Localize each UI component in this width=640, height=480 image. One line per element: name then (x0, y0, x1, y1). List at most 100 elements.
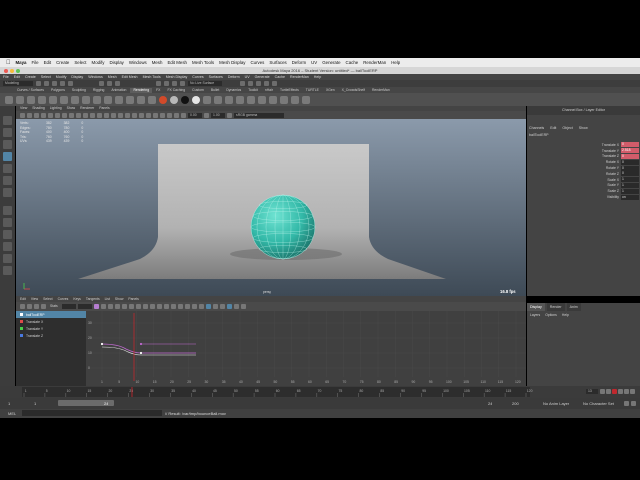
mac-menu-uv[interactable]: UV (311, 60, 317, 65)
shader-ball-icon[interactable] (159, 95, 167, 104)
layer-menu-options[interactable]: Options (545, 313, 557, 317)
mac-menu-edit-mesh[interactable]: Edit Mesh (167, 60, 187, 65)
undo-icon[interactable] (60, 81, 65, 86)
gate-mask-icon[interactable] (69, 112, 74, 118)
shelf-tab-custom[interactable]: Custom (189, 88, 207, 93)
use-lights-icon[interactable] (125, 112, 130, 118)
character-set-dropdown[interactable]: No Character Set (583, 401, 614, 406)
menu-set-dropdown[interactable]: Modeling (3, 81, 33, 86)
move-key-icon[interactable] (20, 304, 25, 309)
curve-filter-icon[interactable] (233, 304, 239, 309)
shelf-tool-icon[interactable] (38, 95, 46, 104)
isolate-select-icon[interactable] (160, 112, 165, 118)
time-slider[interactable]: 1 5 10 15 20 25 30 35 40 45 50 55 60 65 70 75 80 85 90 95 10… (0, 386, 640, 398)
shelf-tool-icon[interactable] (148, 95, 156, 104)
keyframe[interactable] (100, 342, 104, 346)
shelf-tool-icon[interactable] (126, 95, 134, 104)
mac-menu-mesh[interactable]: Mesh (152, 60, 163, 65)
playback-end-field[interactable]: 24 (488, 401, 492, 406)
shelf-tab-rigging[interactable]: Rigging (90, 88, 108, 93)
render-settings-icon[interactable] (264, 81, 269, 86)
channel-box-menu-edit[interactable]: Edit (550, 126, 556, 130)
animation-curve[interactable] (101, 343, 196, 354)
step-tangent-icon[interactable] (149, 304, 155, 309)
shelf-tool-icon[interactable] (82, 95, 90, 104)
shader-ball-icon[interactable] (170, 95, 178, 104)
mac-menu-surfaces[interactable]: Surfaces (269, 60, 286, 65)
shelf-tool-icon[interactable] (115, 95, 123, 104)
mac-menu-deform[interactable]: Deform (292, 60, 306, 65)
apple-icon[interactable]:  (6, 60, 11, 66)
menu-mesh[interactable]: Mesh (108, 75, 117, 79)
select-object-icon[interactable] (107, 81, 112, 86)
shadows-icon[interactable] (132, 112, 137, 118)
paint-select-icon[interactable] (3, 140, 12, 149)
selected-object-name[interactable]: ballToolERP (529, 133, 549, 137)
gamma-icon[interactable] (204, 112, 209, 118)
frame-selection-icon[interactable] (107, 304, 113, 309)
playback-start-field[interactable]: 1 (34, 401, 36, 406)
graph-layout-icon[interactable] (3, 254, 12, 263)
select-tool-icon[interactable] (3, 116, 12, 125)
stats-field[interactable] (77, 304, 92, 309)
menu-cache[interactable]: Cache (275, 75, 285, 79)
shader-ball-icon[interactable] (181, 95, 189, 104)
layer-menu-help[interactable]: Help (562, 313, 569, 317)
menu-generate[interactable]: Generate (255, 75, 270, 79)
mac-menu-renderman[interactable]: RenderMan (363, 60, 386, 65)
shelf-tool-icon[interactable] (137, 95, 145, 104)
graph-view[interactable]: 30 20 10 0 1 5 10 15 20 25 30 35 40 45 50 55 60 65 70 75 80… (86, 311, 526, 386)
camera-select-icon[interactable] (20, 112, 25, 118)
menu-edit-mesh[interactable]: Edit Mesh (122, 75, 138, 79)
mac-menu-modify[interactable]: Modify (92, 60, 105, 65)
shelf-tool-icon[interactable] (60, 95, 68, 104)
select-component-icon[interactable] (115, 81, 120, 86)
play-forward-icon[interactable] (618, 389, 623, 394)
shelf-tab-polygons[interactable]: Polygons (48, 88, 68, 93)
motion-blur-icon[interactable] (146, 112, 151, 118)
zoom-window-icon[interactable] (16, 69, 20, 73)
field-chart-icon[interactable] (76, 112, 81, 118)
play-backward-icon[interactable] (612, 389, 617, 394)
pre-infinity-cycle-icon[interactable] (191, 304, 197, 309)
grid-toggle-icon[interactable] (48, 112, 53, 118)
ipr-render-icon[interactable] (256, 81, 261, 86)
menu-create[interactable]: Create (25, 75, 36, 79)
wireframe-on-shaded-icon[interactable] (111, 112, 116, 118)
close-window-icon[interactable] (4, 69, 8, 73)
new-scene-icon[interactable] (36, 81, 41, 86)
shelf-tool-icon[interactable] (104, 95, 112, 104)
keyframe[interactable] (139, 342, 143, 346)
script-language-toggle[interactable]: MEL (8, 411, 16, 416)
shelf-tool-icon[interactable] (247, 95, 255, 104)
menu-mesh-tools[interactable]: Mesh Tools (143, 75, 161, 79)
shelf-tool-icon[interactable] (269, 95, 277, 104)
side-by-side-layout-icon[interactable] (3, 230, 12, 239)
shelf-tab-rendering[interactable]: Rendering (130, 87, 153, 93)
snap-icon[interactable] (219, 304, 225, 309)
redo-icon[interactable] (68, 81, 73, 86)
shelf-tab-dynamics[interactable]: Dynamics (223, 88, 244, 93)
gamma-field[interactable]: 1.00 (211, 112, 225, 118)
lasso-tool-icon[interactable] (3, 128, 12, 137)
normalize-icon[interactable] (205, 304, 211, 309)
current-frame-field[interactable]: 13 (586, 389, 598, 394)
linear-tangent-icon[interactable] (135, 304, 141, 309)
shelf-tab-fx[interactable]: FX (153, 88, 163, 93)
render-view-icon[interactable] (240, 81, 245, 86)
mac-menu-select[interactable]: Select (74, 60, 86, 65)
shelf-tab-nhair[interactable]: nHair (262, 88, 276, 93)
move-tool-icon[interactable] (3, 152, 12, 161)
open-scene-icon[interactable] (44, 81, 49, 86)
anim-layer-dropdown[interactable]: No Anim Layer (543, 401, 569, 406)
end-time-field[interactable]: 200 (512, 401, 519, 406)
shelf-tool-icon[interactable] (302, 95, 310, 104)
command-input[interactable] (22, 410, 162, 416)
plateau-tangent-icon[interactable] (156, 304, 162, 309)
retime-tool-icon[interactable] (240, 304, 246, 309)
menu-uv[interactable]: UV (245, 75, 250, 79)
shelf-tab-fx-caching[interactable]: FX Caching (164, 88, 188, 93)
resolution-gate-icon[interactable] (62, 112, 67, 118)
channel-box-menu-channels[interactable]: Channels (529, 126, 544, 130)
exposure-field[interactable]: 0.00 (188, 112, 202, 118)
